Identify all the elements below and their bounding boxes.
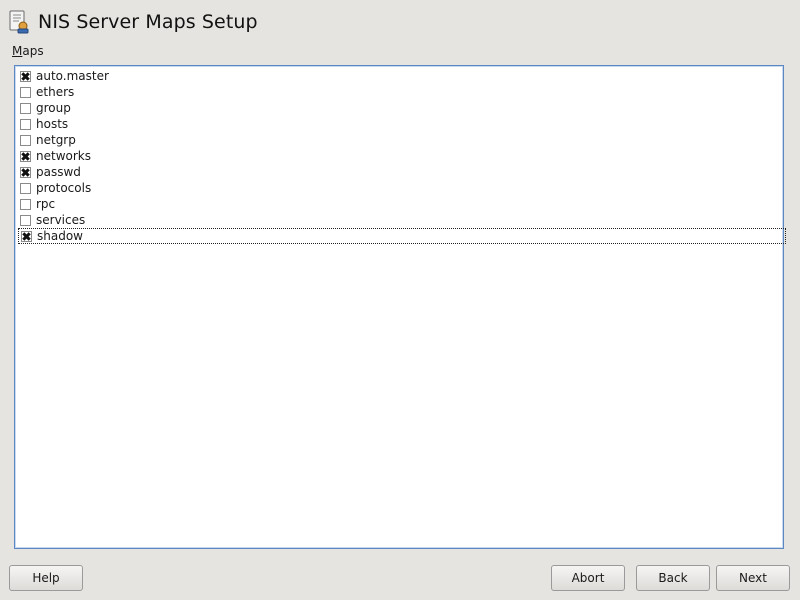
- server-config-icon: [8, 10, 30, 34]
- map-item-netgrp[interactable]: netgrp: [20, 132, 76, 148]
- dialog-header: NIS Server Maps Setup: [8, 8, 258, 36]
- map-item-protocols[interactable]: protocols: [20, 180, 91, 196]
- map-item-rpc[interactable]: rpc: [20, 196, 55, 212]
- map-item-label: group: [36, 101, 71, 115]
- checkbox[interactable]: [21, 230, 32, 242]
- map-item-services[interactable]: services: [20, 212, 85, 228]
- map-item-group[interactable]: group: [20, 100, 71, 116]
- map-item-label: services: [36, 213, 86, 227]
- next-button[interactable]: Next: [716, 565, 790, 591]
- abort-button[interactable]: Abort: [551, 565, 625, 591]
- map-item-auto-master[interactable]: auto.master: [20, 68, 109, 84]
- checkbox[interactable]: [20, 182, 31, 194]
- map-item-shadow[interactable]: shadow: [18, 228, 786, 244]
- map-item-label: networks: [36, 149, 91, 163]
- help-button[interactable]: Help: [9, 565, 83, 591]
- page-title: NIS Server Maps Setup: [38, 11, 258, 33]
- map-item-label: auto.master: [36, 69, 109, 83]
- checkbox[interactable]: [20, 70, 31, 82]
- checkbox[interactable]: [20, 214, 31, 226]
- checkbox[interactable]: [20, 198, 31, 210]
- map-item-label: ethers: [36, 85, 75, 99]
- maps-list[interactable]: auto.master ethers group hosts netgrp network…: [14, 65, 786, 549]
- map-item-label: hosts: [36, 117, 69, 131]
- checkbox[interactable]: [20, 150, 31, 162]
- checkbox[interactable]: [20, 166, 31, 178]
- map-item-label: netgrp: [36, 133, 76, 147]
- map-item-label: protocols: [36, 181, 92, 195]
- map-item-label: shadow: [37, 229, 83, 243]
- map-item-networks[interactable]: networks: [20, 148, 91, 164]
- map-item-label: passwd: [36, 165, 81, 179]
- back-button[interactable]: Back: [636, 565, 710, 591]
- map-item-label: rpc: [36, 197, 56, 211]
- checkbox[interactable]: [20, 86, 31, 98]
- checkbox[interactable]: [20, 118, 31, 130]
- checkbox[interactable]: [20, 134, 31, 146]
- maps-label: Maps: [12, 44, 44, 58]
- checkbox[interactable]: [20, 102, 31, 114]
- map-item-ethers[interactable]: ethers: [20, 84, 74, 100]
- map-item-hosts[interactable]: hosts: [20, 116, 68, 132]
- map-item-passwd[interactable]: passwd: [20, 164, 81, 180]
